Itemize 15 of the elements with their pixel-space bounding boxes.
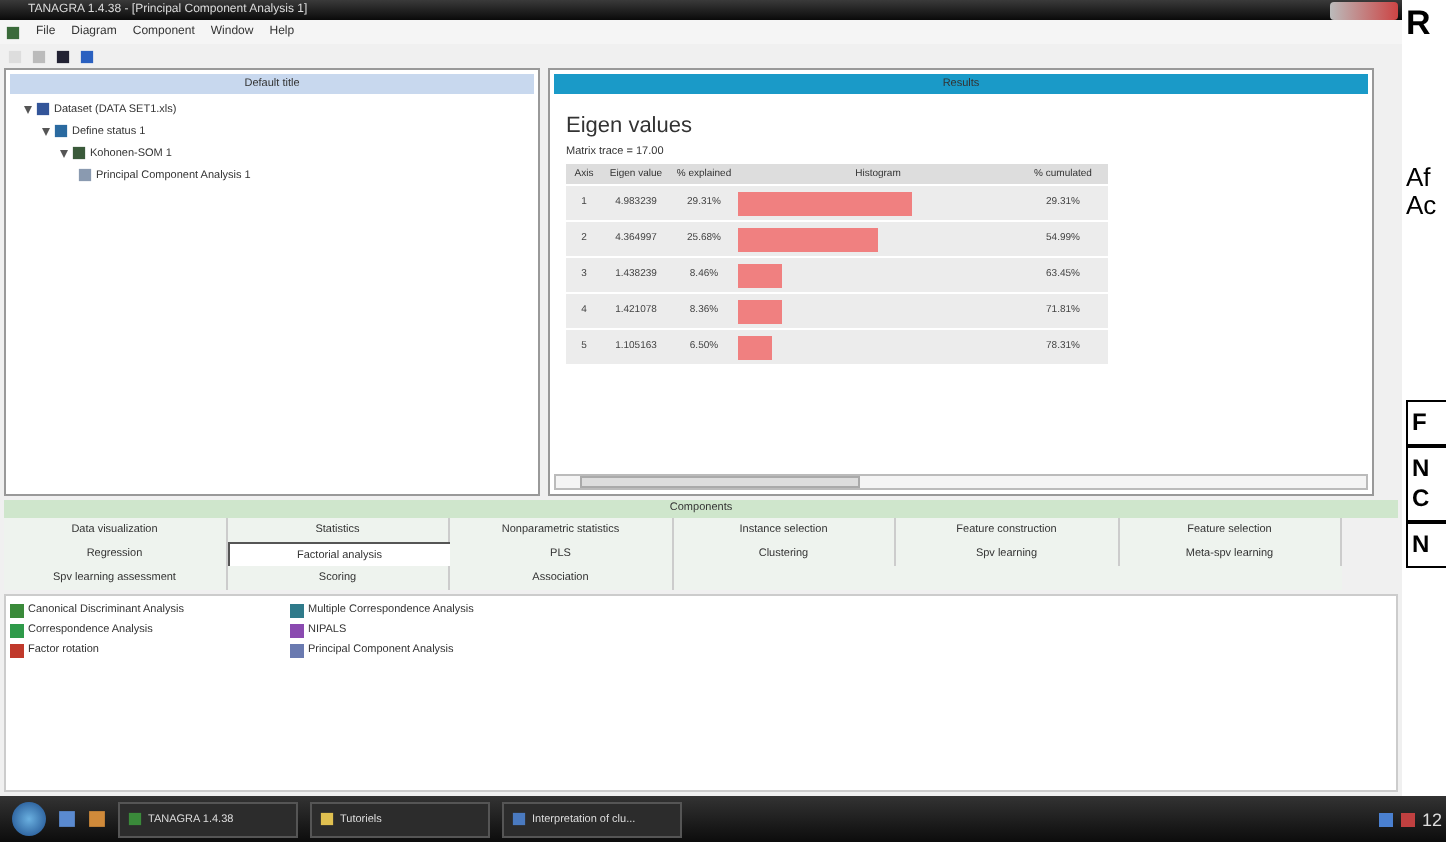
section-heading: Eigen values: [566, 114, 694, 138]
window-controls[interactable]: [1330, 1, 1398, 19]
horizontal-scrollbar[interactable]: [554, 474, 1368, 490]
page-text: N: [1412, 454, 1432, 484]
collapse-icon[interactable]: [42, 127, 50, 135]
page-text: Ac: [1406, 192, 1439, 220]
page-text: F: [1412, 408, 1429, 438]
page-text: C: [1412, 484, 1432, 514]
page-text: Af: [1406, 164, 1433, 192]
start-button[interactable]: [12, 802, 46, 836]
page-heading: R: [1406, 4, 1433, 44]
collapse-icon[interactable]: [24, 105, 32, 113]
collapse-icon[interactable]: [60, 149, 68, 157]
page-text: N: [1412, 530, 1432, 560]
clock: 12: [1421, 809, 1442, 829]
